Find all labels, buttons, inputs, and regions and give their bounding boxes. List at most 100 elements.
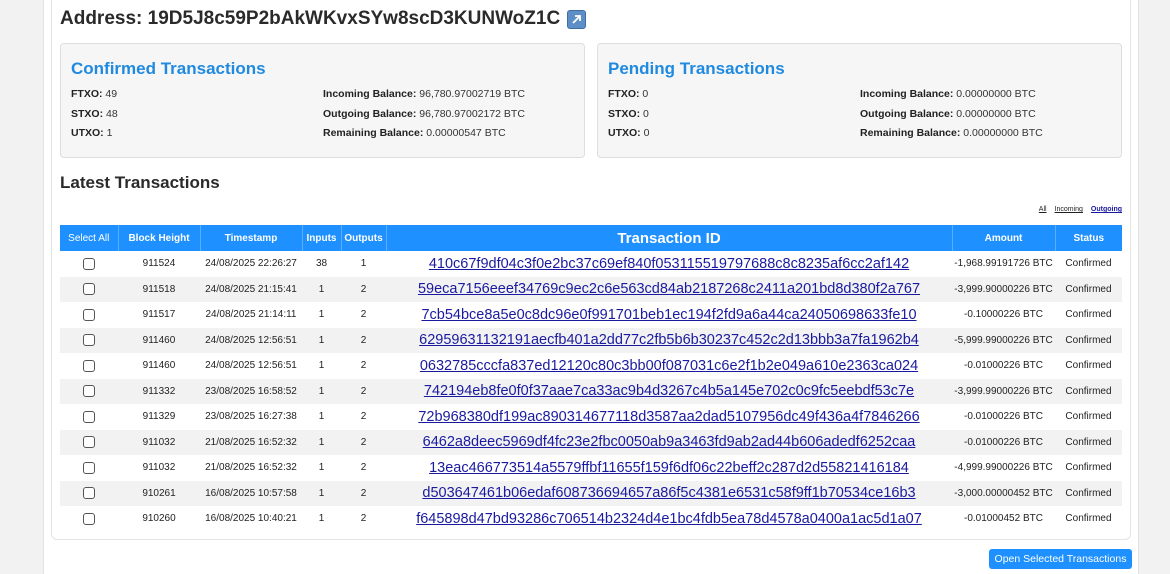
- height-cell: 911460: [142, 334, 176, 346]
- table-row: 911524 24/08/2025 22:26:27 38 1 410c67f9df04…: [60, 251, 1122, 277]
- address-label: Address:: [60, 8, 143, 29]
- amount-cell: -0.01000226 BTC: [964, 411, 1043, 423]
- table-row: 911518 24/08/2025 21:15:41 1 2 59eca7156eeef…: [60, 276, 1122, 303]
- status-cell: Confirmed: [1065, 309, 1112, 321]
- pending-transactions-panel: Pending Transactions FTXO: 0 STXO: 0 UTX…: [597, 43, 1122, 158]
- transaction-id-link[interactable]: f645898d47bd93286c706514b2324d4e1bc4fdb5…: [416, 511, 922, 527]
- select-cell: [60, 506, 118, 532]
- address-header: Address: 19D5J8c59P2bAkWKvxSYw8scD3KUNWo…: [60, 8, 587, 30]
- amount-cell: -0.01000452 BTC: [964, 513, 1043, 525]
- height-cell: 911517: [142, 309, 176, 321]
- outputs-cell: 2: [360, 309, 367, 321]
- table-row: 911460 24/08/2025 12:56:51 1 2 0632785cccfa8…: [60, 353, 1122, 379]
- status-cell: Confirmed: [1065, 411, 1112, 423]
- amount-cell: -0.10000226 BTC: [964, 309, 1043, 321]
- transaction-id-link[interactable]: 6462a8deec5969df4fc23e2fbc0050ab9a3463fd…: [423, 434, 916, 450]
- inputs-cell: 1: [318, 283, 325, 295]
- filter-outgoing-link[interactable]: Outgoing: [1091, 206, 1122, 213]
- select-cell: [60, 328, 118, 354]
- txid-cell: d503647461b06edaf608736694657a86f5c4381e…: [386, 481, 952, 507]
- table-row: 911032 21/08/2025 16:52:32 1 2 13eac46677351…: [60, 455, 1122, 481]
- outputs-cell: 2: [360, 360, 367, 372]
- transaction-filters: All Incoming Outgoing: [1033, 206, 1122, 213]
- status-cell: Confirmed: [1065, 334, 1112, 346]
- txid-cell: 410c67f9df04c3f0e2bc37c69ef840f053115519…: [386, 251, 952, 277]
- transaction-id-link[interactable]: d503647461b06edaf608736694657a86f5c4381e…: [422, 485, 915, 501]
- txid-cell: 7cb54bce8a5e0c8dc96e0f991701beb1ec194f2f…: [386, 302, 952, 328]
- select-cell: [60, 251, 118, 277]
- pending-ftxo: FTXO: 0: [608, 88, 649, 100]
- table-row: 911517 24/08/2025 21:14:11 1 2 7cb54bce8a5e0…: [60, 302, 1122, 328]
- status-cell: Confirmed: [1065, 462, 1112, 474]
- inputs-cell: 1: [318, 334, 325, 346]
- select-cell: [60, 302, 118, 328]
- external-link-icon[interactable]: [567, 9, 587, 29]
- table-row: 911460 24/08/2025 12:56:51 1 2 6295963113219…: [60, 327, 1122, 354]
- latest-transactions-title: Latest Transactions: [60, 173, 220, 192]
- outputs-cell: 2: [360, 436, 367, 448]
- transaction-id-link[interactable]: 72b968380df199ac890314677118d3587aa2dad5…: [418, 409, 919, 425]
- select-all-header[interactable]: Select All: [60, 225, 119, 251]
- inputs-cell: 1: [318, 462, 325, 474]
- transaction-id-header: Transaction ID: [386, 225, 953, 251]
- transaction-id-link[interactable]: 7cb54bce8a5e0c8dc96e0f991701beb1ec194f2f…: [421, 307, 916, 323]
- height-cell: 911524: [142, 258, 176, 270]
- timestamp-cell: 16/08/2025 10:40:21: [205, 513, 297, 525]
- timestamp-header: Timestamp: [200, 225, 303, 251]
- transaction-id-link[interactable]: 410c67f9df04c3f0e2bc37c69ef840f053115519…: [429, 256, 909, 272]
- txid-cell: f645898d47bd93286c706514b2324d4e1bc4fdb5…: [386, 506, 952, 532]
- row-checkbox[interactable]: [83, 359, 95, 372]
- transaction-id-link[interactable]: 59eca7156eeef34769c9ec2c6e563cd84ab21872…: [418, 281, 920, 297]
- select-cell: [60, 455, 118, 481]
- block-height-header: Block Height: [118, 225, 201, 251]
- amount-cell: -1,968.99191726 BTC: [954, 258, 1053, 270]
- height-cell: 911460: [142, 360, 176, 372]
- confirmed-incoming-balance: Incoming Balance: 96,780.97002719 BTC: [323, 88, 525, 100]
- open-selected-transactions-button[interactable]: Open Selected Transactions: [989, 549, 1132, 569]
- inputs-cell: 1: [318, 513, 325, 525]
- amount-cell: -3,000.00000452 BTC: [954, 487, 1053, 499]
- amount-cell: -3,999.99000226 BTC: [954, 385, 1053, 397]
- confirmed-ftxo: FTXO: 49: [71, 88, 118, 100]
- inputs-cell: 1: [318, 411, 325, 423]
- status-cell: Confirmed: [1065, 513, 1112, 525]
- row-checkbox[interactable]: [83, 410, 95, 423]
- amount-cell: -3,999.90000226 BTC: [954, 283, 1053, 295]
- select-cell: [60, 430, 118, 456]
- row-checkbox[interactable]: [83, 461, 95, 474]
- transaction-id-link[interactable]: 0632785cccfa837ed12120c80c3bb00f087031c6…: [420, 358, 918, 374]
- height-cell: 911332: [142, 385, 176, 397]
- status-cell: Confirmed: [1065, 258, 1112, 270]
- filter-incoming-link[interactable]: Incoming: [1055, 206, 1083, 213]
- filter-all-link[interactable]: All: [1039, 206, 1047, 213]
- row-checkbox[interactable]: [83, 436, 95, 449]
- row-checkbox[interactable]: [83, 512, 95, 525]
- row-checkbox[interactable]: [83, 257, 95, 270]
- timestamp-cell: 24/08/2025 12:56:51: [205, 360, 297, 372]
- row-checkbox[interactable]: [83, 385, 95, 398]
- txid-cell: 59eca7156eeef34769c9ec2c6e563cd84ab21872…: [386, 277, 952, 303]
- outputs-cell: 2: [360, 462, 367, 474]
- amount-cell: -0.01000226 BTC: [964, 360, 1043, 372]
- timestamp-cell: 23/08/2025 16:58:52: [205, 385, 297, 397]
- amount-cell: -0.01000226 BTC: [964, 436, 1043, 448]
- row-checkbox[interactable]: [83, 487, 95, 500]
- timestamp-cell: 16/08/2025 10:57:58: [205, 487, 297, 499]
- confirmed-outgoing-balance: Outgoing Balance: 96,780.97002172 BTC: [323, 108, 525, 120]
- inputs-header: Inputs: [302, 225, 342, 251]
- txid-cell: 72b968380df199ac890314677118d3587aa2dad5…: [386, 404, 952, 430]
- table-row: 911329 23/08/2025 16:27:38 1 2 72b968380df19…: [60, 404, 1122, 430]
- txid-cell: 742194eb8fe0f0f37aae7ca33ac9b4d3267c4b5a…: [386, 379, 952, 405]
- transaction-id-link[interactable]: 13eac466773514a5579ffbf11655f159f6df06c2…: [429, 460, 909, 476]
- row-checkbox[interactable]: [83, 283, 95, 296]
- transaction-id-link[interactable]: 62959631132191aecfb401a2dd77c2fb5b6b3023…: [419, 332, 919, 348]
- row-checkbox[interactable]: [83, 308, 95, 321]
- row-checkbox[interactable]: [83, 334, 95, 347]
- timestamp-cell: 21/08/2025 16:52:32: [205, 436, 297, 448]
- pending-stxo: STXO: 0: [608, 108, 649, 120]
- inputs-cell: 1: [318, 360, 325, 372]
- transaction-id-link[interactable]: 742194eb8fe0f0f37aae7ca33ac9b4d3267c4b5a…: [424, 383, 914, 399]
- height-cell: 911032: [142, 436, 176, 448]
- outputs-cell: 2: [360, 487, 367, 499]
- txid-cell: 62959631132191aecfb401a2dd77c2fb5b6b3023…: [386, 328, 952, 354]
